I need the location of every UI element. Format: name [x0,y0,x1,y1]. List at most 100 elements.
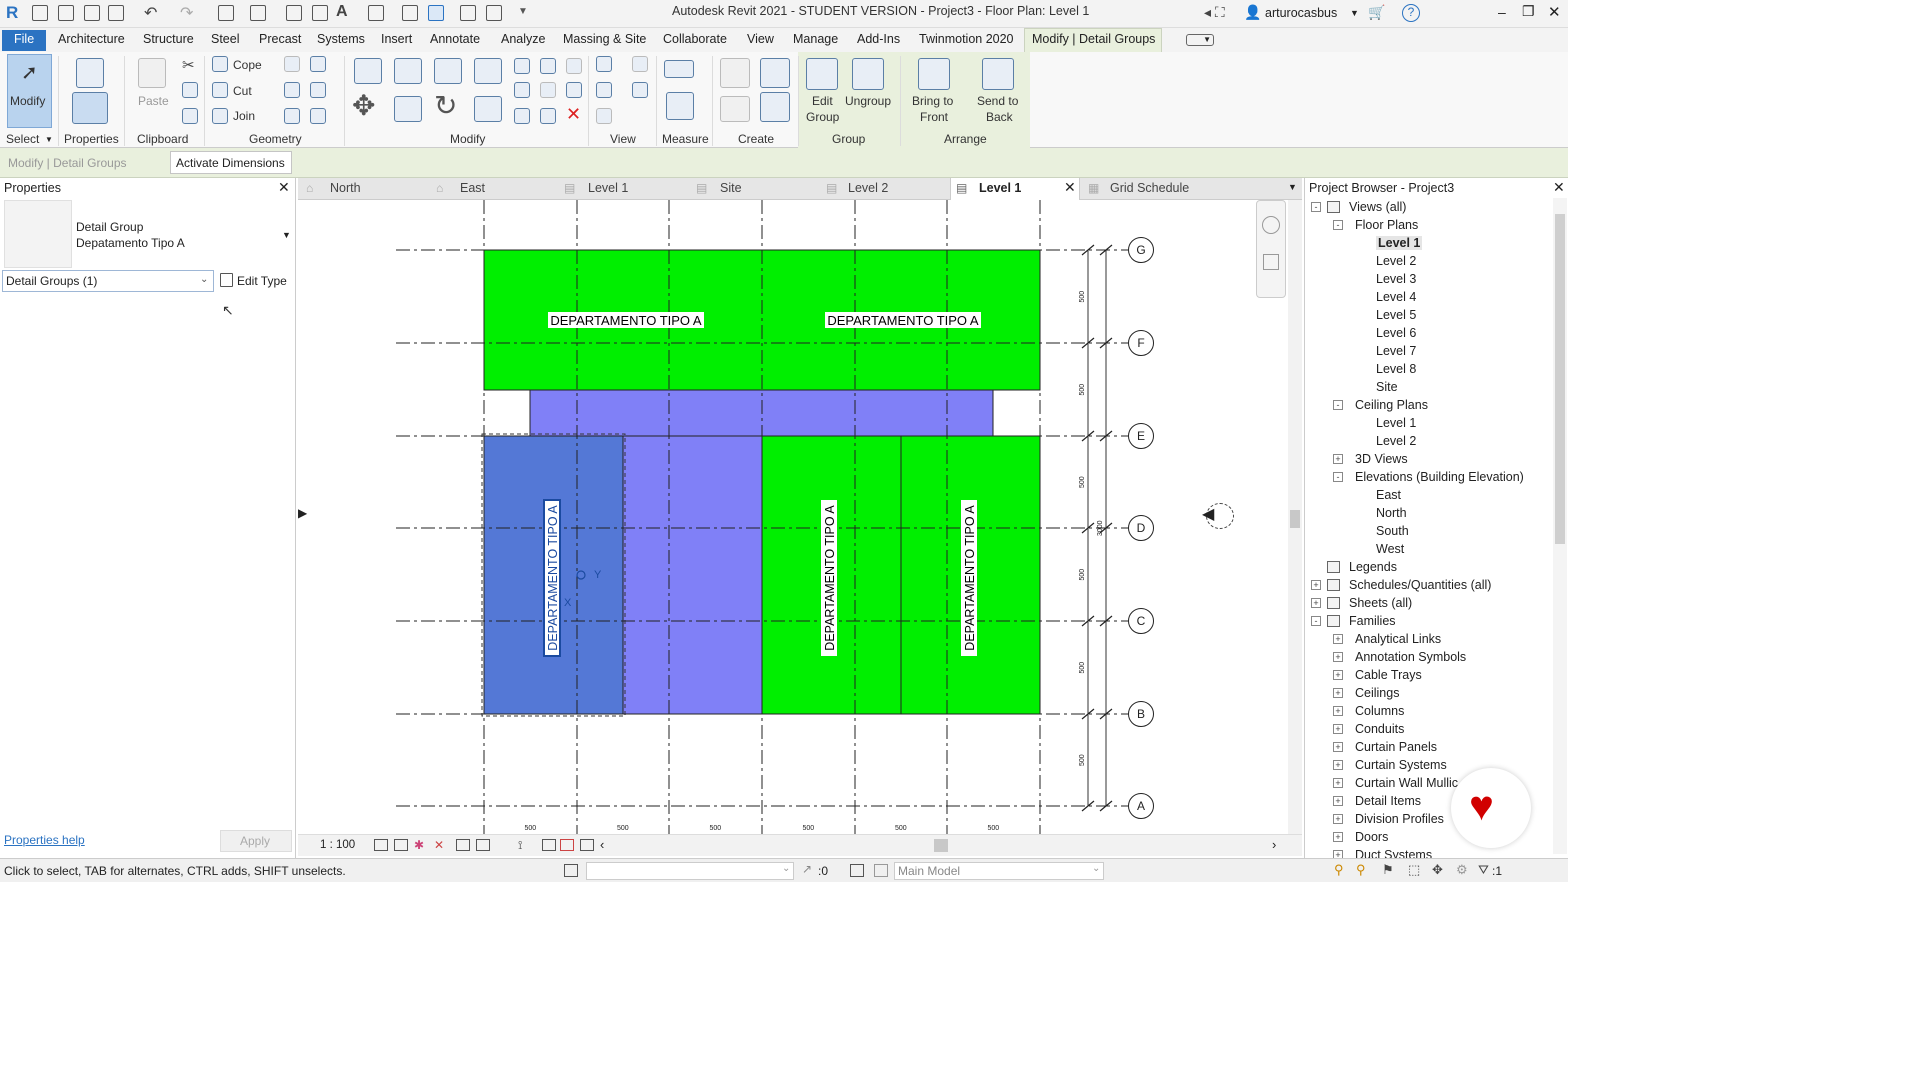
design-options-icon-2[interactable] [874,864,888,877]
browser-item[interactable]: Curtain Wall Mullic [1355,776,1458,790]
open-icon[interactable] [32,5,48,21]
tree-toggle-icon[interactable]: + [1333,634,1343,644]
model-dropdown-icon[interactable]: ⌄ [1092,863,1100,874]
dimension-text[interactable]: 500 [525,825,537,832]
switch-windows-icon[interactable] [486,5,502,21]
browser-item[interactable]: Annotation Symbols [1355,650,1466,664]
unpin-icon[interactable] [566,58,582,74]
navigation-bar[interactable] [1256,200,1286,298]
cope-label[interactable]: Cope [233,58,262,72]
browser-item[interactable]: Site [1376,380,1398,394]
mirror-draw-axis-icon[interactable] [474,58,502,84]
delete-icon[interactable]: ✕ [566,104,581,125]
browser-item[interactable]: East [1376,488,1401,502]
sync-icon[interactable] [108,5,124,21]
tree-toggle-icon[interactable]: + [1333,652,1343,662]
dimension-text[interactable]: 500 [1079,476,1086,488]
project-browser-close-icon[interactable]: ✕ [1553,179,1565,196]
select-pinned-icon[interactable]: ⚑ [1382,862,1394,878]
worksets-icon[interactable] [564,864,578,877]
dimension-text[interactable]: 500 [988,825,1000,832]
tab-structure[interactable]: Structure [143,32,194,46]
browser-item[interactable]: Level 2 [1376,434,1416,448]
type-family-name[interactable]: Detail Group [76,220,143,234]
thin-lines-icon[interactable] [428,5,444,21]
tab-precast[interactable]: Precast [259,32,301,46]
user-dropdown-icon[interactable]: ▼ [1350,8,1359,18]
tab-level-1-active-label[interactable]: Level 1 [979,181,1021,195]
editable-only-icon[interactable]: ↗ [802,862,812,876]
geometry-tool-3-icon[interactable] [284,82,300,98]
browser-item[interactable]: Sheets (all) [1349,596,1412,610]
join-icon[interactable] [212,108,228,124]
sun-path-icon[interactable]: ✱ [414,838,424,852]
browser-item[interactable]: Curtain Panels [1355,740,1437,754]
properties-close-icon[interactable]: ✕ [278,179,290,196]
reveal-hidden-icon[interactable] [542,839,556,851]
tab-add-ins[interactable]: Add-Ins [857,32,900,46]
analytical-model-icon[interactable] [580,839,594,851]
hide-element-icon[interactable] [596,108,612,124]
tab-collaborate[interactable]: Collaborate [663,32,727,46]
revit-logo-icon[interactable]: R [6,4,22,22]
instance-filter-value[interactable]: Detail Groups (1) [6,274,97,288]
browser-item[interactable]: Views (all) [1349,200,1406,214]
tab-architecture[interactable]: Architecture [58,32,125,46]
tab-level-1-a-label[interactable]: Level 1 [588,181,628,195]
help-icon[interactable]: ? [1402,4,1420,22]
panel-select[interactable]: Select [6,132,39,146]
split-icon[interactable] [514,58,530,74]
vertical-scrollbar[interactable] [1288,200,1302,834]
browser-item[interactable]: Legends [1349,560,1397,574]
browser-scroll-thumb[interactable] [1555,214,1565,544]
send-to-back-label-2[interactable]: Back [986,110,1013,124]
user-name[interactable]: arturocasbus [1265,6,1337,20]
tab-systems[interactable]: Systems [317,32,365,46]
properties-palette-icon[interactable] [72,92,108,124]
workset-dropdown-icon[interactable]: ⌄ [782,863,790,874]
type-name[interactable]: Depatamento Tipo A [76,236,185,250]
select-by-face-icon[interactable]: ⬚ [1408,862,1420,878]
browser-item[interactable]: Cable Trays [1355,668,1422,682]
horizontal-scroll-thumb[interactable] [934,839,948,852]
properties-help-link[interactable]: Properties help [4,833,85,847]
steering-wheel-icon[interactable] [1262,216,1280,234]
dimension-text[interactable]: 500 [1079,662,1086,674]
browser-item[interactable]: Level 3 [1376,272,1416,286]
tag-icon[interactable] [312,5,328,21]
tree-toggle-icon[interactable]: - [1333,220,1343,230]
rotate-icon[interactable]: ↻ [434,92,457,120]
edit-group-icon[interactable] [806,58,838,90]
tree-toggle-icon[interactable]: + [1333,742,1343,752]
tab-annotate[interactable]: Annotate [430,32,480,46]
zoom-icon[interactable] [1263,254,1279,270]
ungroup-label[interactable]: Ungroup [845,94,891,108]
cut-clipboard-icon[interactable]: ✂ [182,56,195,74]
restore-button[interactable]: ❐ [1522,3,1535,20]
undo-icon[interactable]: ↶ [144,3,157,23]
browser-item[interactable]: Detail Items [1355,794,1421,808]
browser-item[interactable]: Families [1349,614,1396,628]
browser-item[interactable]: Elevations (Building Elevation) [1355,470,1524,484]
tab-east-label[interactable]: East [460,181,485,195]
model-select-value[interactable]: Main Model [898,864,960,878]
type-properties-icon[interactable] [76,58,104,88]
scale-icon[interactable] [540,82,556,98]
split-gap-icon[interactable] [540,58,556,74]
mirror-pick-axis-icon[interactable] [434,58,462,84]
browser-item[interactable]: Ceilings [1355,686,1399,700]
browser-item[interactable]: North [1376,506,1407,520]
save-icon[interactable] [84,5,100,21]
dimension-text[interactable]: 500 [1079,384,1086,396]
print-icon[interactable] [218,5,234,21]
browser-item[interactable]: 3D Views [1355,452,1408,466]
paste-icon[interactable] [138,58,166,88]
tree-toggle-icon[interactable]: + [1333,760,1343,770]
browser-item[interactable]: Doors [1355,830,1388,844]
trim-single-icon[interactable] [540,108,556,124]
cut-geometry-icon[interactable] [212,82,228,98]
browser-item[interactable]: Level 1 [1376,416,1416,430]
dimension-text[interactable]: 500 [1079,291,1086,303]
browser-item[interactable]: Conduits [1355,722,1404,736]
move-icon[interactable]: ✥ [352,92,375,120]
